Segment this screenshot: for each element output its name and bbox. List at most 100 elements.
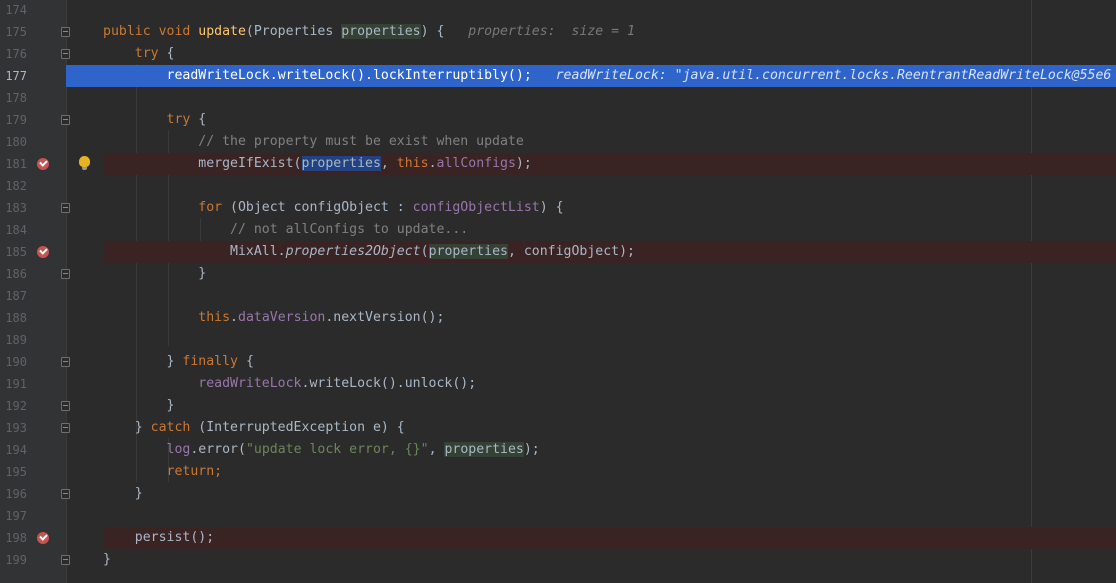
line-number[interactable]: 198 (0, 527, 27, 549)
code-line-190[interactable]: 190 } finally { (0, 351, 1116, 373)
line-number[interactable]: 174 (0, 0, 27, 21)
code-token: .writeLock().lockInterruptibly(); (269, 68, 532, 83)
code-line-177[interactable]: 177 readWriteLock.writeLock().lockInterr… (0, 65, 1116, 87)
line-number[interactable]: 195 (0, 461, 27, 483)
code-token: allConfigs (436, 156, 516, 171)
code-token: { (245, 354, 254, 369)
code-text[interactable]: return; (103, 461, 223, 483)
code-line-196[interactable]: 196 } (0, 483, 1116, 505)
line-number[interactable]: 187 (0, 285, 27, 307)
line-number[interactable]: 185 (0, 241, 27, 263)
code-line-182[interactable]: 182 (0, 175, 1116, 197)
code-text[interactable]: } catch (InterruptedException e) { (103, 417, 405, 439)
fold-marker-icon[interactable] (61, 49, 70, 59)
fold-marker-icon[interactable] (61, 269, 70, 279)
code-line-180[interactable]: 180 // the property must be exist when u… (0, 131, 1116, 153)
code-line-174[interactable]: 174 (0, 0, 1116, 21)
fold-marker-icon[interactable] (61, 489, 70, 499)
code-editor[interactable]: 174 175 public void update(Properties prop… (0, 0, 1116, 583)
code-text[interactable]: } (103, 263, 206, 285)
code-text[interactable]: } (103, 395, 175, 417)
code-token: properties (444, 442, 524, 457)
code-line-192[interactable]: 192 } (0, 395, 1116, 417)
code-text[interactable]: readWriteLock.writeLock().lockInterrupti… (103, 65, 1112, 87)
code-line-178[interactable]: 178 (0, 87, 1116, 109)
fold-marker-icon[interactable] (61, 357, 70, 367)
line-number[interactable]: 179 (0, 109, 27, 131)
line-number[interactable]: 189 (0, 329, 27, 351)
code-line-193[interactable]: 193 } catch (InterruptedException e) { (0, 417, 1116, 439)
code-text[interactable]: log.error("update lock error, {}", prope… (103, 439, 540, 461)
fold-marker-icon[interactable] (61, 423, 70, 433)
line-number[interactable]: 199 (0, 549, 27, 571)
code-token: // not allConfigs to update... (230, 222, 469, 237)
code-text[interactable]: public void update(Properties properties… (103, 21, 635, 43)
code-text[interactable]: // not allConfigs to update... (103, 219, 468, 241)
line-number[interactable]: 186 (0, 263, 27, 285)
code-line-185[interactable]: 185 MixAll.properties2Object(properties,… (0, 241, 1116, 263)
code-text[interactable]: this.dataVersion.nextVersion(); (103, 307, 444, 329)
code-line-199[interactable]: 199} (0, 549, 1116, 571)
code-text[interactable]: } (103, 549, 111, 571)
code-line-176[interactable]: 176 try { (0, 43, 1116, 65)
fold-marker-icon[interactable] (61, 203, 70, 213)
line-number[interactable]: 194 (0, 439, 27, 461)
code-token: { (166, 46, 175, 61)
code-line-179[interactable]: 179 try { (0, 109, 1116, 131)
line-number[interactable]: 196 (0, 483, 27, 505)
line-number[interactable]: 191 (0, 373, 27, 395)
code-token: try (134, 46, 167, 61)
breakpoint-icon[interactable] (37, 532, 49, 544)
code-text[interactable]: try { (103, 109, 207, 131)
code-text[interactable]: } (103, 483, 143, 505)
breakpoint-icon[interactable] (37, 158, 49, 170)
code-token: properties: size = 1 (444, 24, 635, 39)
line-number[interactable]: 184 (0, 219, 27, 241)
breakpoint-icon[interactable] (37, 246, 49, 258)
code-text[interactable]: MixAll.properties2Object(properties, con… (103, 241, 635, 263)
code-token: } (103, 486, 143, 501)
code-token: (Properties (245, 24, 342, 39)
line-number[interactable]: 188 (0, 307, 27, 329)
line-number[interactable]: 176 (0, 43, 27, 65)
fold-marker-icon[interactable] (61, 115, 70, 125)
code-text[interactable]: mergeIfExist(properties, this.allConfigs… (103, 153, 532, 175)
code-line-186[interactable]: 186 } (0, 263, 1116, 285)
code-line-197[interactable]: 197 (0, 505, 1116, 527)
code-line-191[interactable]: 191 readWriteLock.writeLock().unlock(); (0, 373, 1116, 395)
code-line-183[interactable]: 183 for (Object configObject : configObj… (0, 197, 1116, 219)
code-line-189[interactable]: 189 (0, 329, 1116, 351)
fold-marker-icon[interactable] (61, 555, 70, 565)
code-text[interactable]: // the property must be exist when updat… (103, 131, 524, 153)
code-line-188[interactable]: 188 this.dataVersion.nextVersion(); (0, 307, 1116, 329)
line-number[interactable]: 182 (0, 175, 27, 197)
line-number[interactable]: 192 (0, 395, 27, 417)
line-number[interactable]: 177 (0, 65, 27, 87)
code-text[interactable]: persist(); (103, 527, 214, 549)
line-number[interactable]: 183 (0, 197, 27, 219)
line-number[interactable]: 180 (0, 131, 27, 153)
fold-marker-icon[interactable] (61, 401, 70, 411)
line-number[interactable]: 190 (0, 351, 27, 373)
code-line-198[interactable]: 198 persist(); (0, 527, 1116, 549)
code-line-195[interactable]: 195 return; (0, 461, 1116, 483)
line-number[interactable]: 181 (0, 153, 27, 175)
code-text[interactable]: try { (103, 43, 175, 65)
code-line-187[interactable]: 187 (0, 285, 1116, 307)
breakpoint-highlight (103, 527, 1116, 549)
intention-bulb-icon[interactable] (79, 156, 90, 170)
code-line-184[interactable]: 184 // not allConfigs to update... (0, 219, 1116, 241)
code-line-175[interactable]: 175 public void update(Properties propert… (0, 21, 1116, 43)
code-text[interactable]: readWriteLock.writeLock().unlock(); (103, 373, 476, 395)
code-line-181[interactable]: 181 mergeIfExist(properties, this.allCon… (0, 153, 1116, 175)
code-text[interactable]: } finally { (103, 351, 254, 373)
line-number[interactable]: 178 (0, 87, 27, 109)
code-token: } (103, 398, 175, 413)
fold-marker-icon[interactable] (61, 27, 70, 37)
line-number[interactable]: 175 (0, 21, 27, 43)
code-text[interactable]: for (Object configObject : configObjectL… (103, 197, 563, 219)
line-number[interactable]: 197 (0, 505, 27, 527)
line-number[interactable]: 193 (0, 417, 27, 439)
code-line-194[interactable]: 194 log.error("update lock error, {}", p… (0, 439, 1116, 461)
